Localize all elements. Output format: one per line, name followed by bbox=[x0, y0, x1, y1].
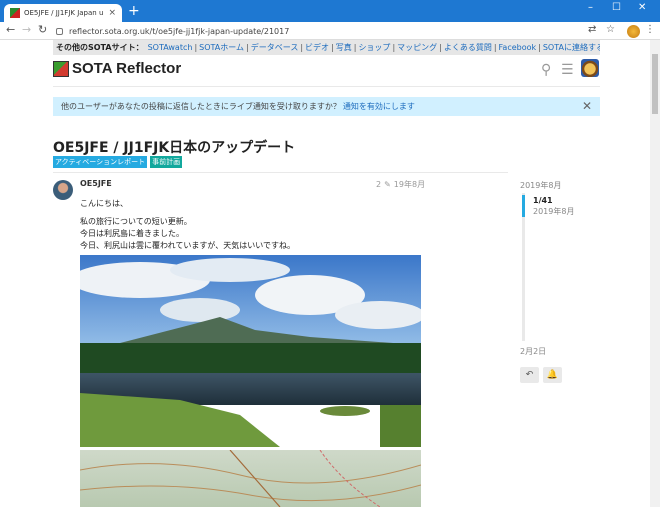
sota-sites-bar: その他のSOTAサイト： SOTAwatch | SOTAホーム | データベース |… bbox=[53, 40, 600, 55]
bookmark-star-icon[interactable]: ☆ bbox=[606, 24, 615, 35]
header-divider bbox=[53, 86, 600, 87]
browser-tab[interactable]: OE5JFE / JJ1FJK Japan update - S × bbox=[4, 4, 122, 22]
topic-categories: アクティベーションレポート 事前計画 bbox=[53, 156, 183, 168]
topic-title[interactable]: OE5JFE / JJ1FJK日本のアップデート bbox=[53, 137, 295, 157]
link-sota-home[interactable]: SOTAホーム bbox=[199, 42, 244, 53]
lock-icon bbox=[56, 28, 63, 35]
post-meta: 2 ✎ 19年8月 bbox=[376, 179, 425, 190]
enable-notifications-link[interactable]: 通知を有効にします bbox=[343, 101, 415, 112]
browser-tab-bar: OE5JFE / JJ1FJK Japan update - S × + – ☐… bbox=[0, 0, 660, 22]
post-username[interactable]: OE5JFE bbox=[80, 179, 112, 188]
link-facebook[interactable]: Facebook bbox=[499, 43, 537, 52]
category-badge[interactable]: アクティベーションレポート bbox=[53, 156, 148, 168]
pencil-icon[interactable]: ✎ bbox=[384, 180, 391, 189]
hamburger-icon[interactable]: ☰ bbox=[561, 62, 574, 78]
new-tab-button[interactable]: + bbox=[128, 4, 140, 18]
link-shop[interactable]: ショップ bbox=[358, 42, 390, 53]
site-header: SOTA Reflector ⚲ ☰ bbox=[53, 58, 600, 84]
link-mapping[interactable]: マッピング bbox=[397, 42, 437, 53]
link-sotawatch[interactable]: SOTAwatch bbox=[148, 43, 193, 52]
back-button[interactable]: ← bbox=[6, 23, 15, 36]
link-database[interactable]: データベース bbox=[251, 42, 299, 53]
link-faq[interactable]: よくある質問 bbox=[444, 42, 492, 53]
link-contact[interactable]: SOTAに連絡する bbox=[543, 42, 600, 53]
timeline-handle[interactable] bbox=[522, 195, 525, 217]
scrollbar-thumb[interactable] bbox=[652, 54, 658, 114]
edit-count[interactable]: 2 bbox=[376, 180, 381, 189]
forward-button[interactable]: → bbox=[22, 23, 31, 36]
notification-banner: 他のユーザーがあなたの投稿に返信したときにライブ通知を受け取りますか？ 通知を有… bbox=[53, 97, 600, 116]
reply-icon[interactable]: ↶ bbox=[520, 367, 539, 383]
bell-icon[interactable]: 🔔 bbox=[543, 367, 562, 383]
browser-toolbar: ← → ↻ reflector.sota.org.uk/t/oe5jfe-jj1… bbox=[0, 22, 660, 40]
timeline-end[interactable]: 2月2日 bbox=[520, 346, 546, 357]
post-line: 今日、利尻山は雲に覆われていますが、天気はいいですね。 bbox=[80, 241, 295, 250]
post-greeting: こんにちは、 bbox=[80, 199, 128, 208]
post-line: 私の旅行についての短い更新。 bbox=[80, 217, 192, 226]
sota-sites-label: その他のSOTAサイト： bbox=[56, 43, 144, 52]
link-photos[interactable]: 写真 bbox=[336, 42, 352, 53]
maximize-button[interactable]: ☐ bbox=[612, 2, 621, 13]
tab-close-icon[interactable]: × bbox=[108, 8, 116, 18]
profile-avatar[interactable] bbox=[627, 25, 640, 38]
translate-icon[interactable]: ⇄ bbox=[588, 24, 596, 35]
topic-divider bbox=[53, 172, 508, 173]
post-photo-map[interactable] bbox=[80, 450, 421, 507]
link-video[interactable]: ビデオ bbox=[305, 42, 329, 53]
url-text[interactable]: reflector.sota.org.uk/t/oe5jfe-jj1fjk-ja… bbox=[69, 27, 289, 36]
post-photo-landscape[interactable] bbox=[80, 255, 421, 447]
page-scrollbar[interactable] bbox=[650, 40, 660, 507]
post-avatar[interactable] bbox=[53, 180, 73, 200]
notice-text: 他のユーザーがあなたの投稿に返信したときにライブ通知を受け取りますか？ bbox=[61, 102, 341, 111]
timeline-start[interactable]: 2019年8月 bbox=[520, 180, 561, 191]
timeline-current-date: 2019年8月 bbox=[533, 207, 575, 216]
post-line: 今日は利尻島に着きました。 bbox=[80, 229, 184, 238]
timeline-count: 1/41 bbox=[533, 196, 553, 205]
search-icon[interactable]: ⚲ bbox=[541, 62, 551, 78]
category-badge[interactable]: 事前計画 bbox=[150, 156, 183, 168]
sota-logo[interactable] bbox=[53, 61, 69, 77]
tab-title: OE5JFE / JJ1FJK Japan update - S bbox=[24, 9, 104, 17]
close-icon[interactable]: ✕ bbox=[582, 99, 592, 113]
minimize-button[interactable]: – bbox=[588, 2, 593, 13]
sota-favicon-icon bbox=[10, 8, 20, 18]
site-title[interactable]: SOTA Reflector bbox=[72, 60, 181, 77]
address-bar[interactable]: reflector.sota.org.uk/t/oe5jfe-jj1fjk-ja… bbox=[56, 25, 606, 38]
browser-menu-icon[interactable]: ⋮ bbox=[645, 24, 655, 35]
post-body: こんにちは、 私の旅行についての短い更新。 今日は利尻島に着きました。 今日、利… bbox=[80, 198, 295, 252]
window-close-button[interactable]: ✕ bbox=[638, 2, 646, 13]
user-avatar[interactable] bbox=[581, 59, 599, 77]
post-date[interactable]: 19年8月 bbox=[394, 179, 425, 190]
reload-button[interactable]: ↻ bbox=[38, 23, 47, 36]
